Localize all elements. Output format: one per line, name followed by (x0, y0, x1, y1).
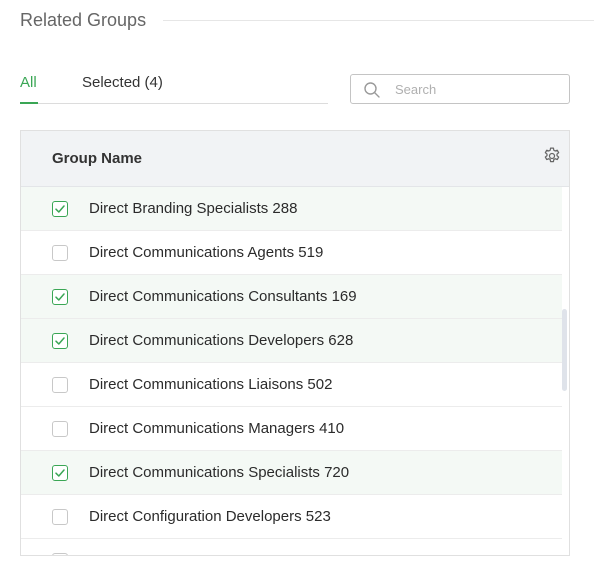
search-icon (364, 82, 380, 98)
group-name-label: Direct Communications Managers 410 (89, 420, 345, 437)
checkmark-icon (55, 205, 65, 213)
table-body: Direct Branding Specialists 288 Direct Co… (21, 187, 562, 539)
table-row[interactable]: Direct Communications Specialists 720 (21, 451, 562, 495)
column-header-group-name[interactable]: Group Name (52, 150, 142, 168)
group-name-label: Direct Branding Specialists 288 (89, 200, 298, 217)
row-checkbox[interactable] (52, 245, 68, 261)
row-checkbox[interactable] (52, 333, 68, 349)
section-title: Related Groups (20, 10, 147, 30)
table-row[interactable]: Direct Communications Consultants 169 (21, 275, 562, 319)
row-checkbox[interactable] (52, 509, 68, 525)
table-row[interactable]: Direct Communications Managers 410 (21, 407, 562, 451)
group-name-label: Direct Communications Liaisons 502 (89, 376, 333, 393)
checkmark-icon (55, 337, 65, 345)
group-name-label: Direct Communications Agents 519 (89, 244, 324, 261)
groups-table: Group Name Direct Branding Specialists 2… (20, 130, 570, 556)
checkmark-icon (55, 469, 65, 477)
group-name-label: Direct Communications Consultants 169 (89, 288, 357, 305)
tab-selected[interactable]: Selected (4) (82, 74, 163, 92)
section-divider (163, 20, 594, 21)
row-checkbox[interactable] (52, 289, 68, 305)
tab-bar: All Selected (4) (20, 70, 328, 104)
table-row[interactable]: Direct Configuration Developers 523 (21, 495, 562, 539)
group-name-label: Direct Communications Developers 628 (89, 332, 354, 349)
row-checkbox[interactable] (52, 465, 68, 481)
table-row[interactable]: Direct Communications Developers 628 (21, 319, 562, 363)
checkmark-icon (55, 293, 65, 301)
table-scrollbar[interactable] (562, 309, 567, 391)
table-row-partial (21, 539, 562, 555)
group-name-label: Direct Communications Specialists 720 (89, 464, 350, 481)
row-checkbox[interactable] (52, 201, 68, 217)
search-input[interactable] (395, 79, 563, 99)
table-row[interactable]: Direct Branding Specialists 288 (21, 187, 562, 231)
table-row[interactable]: Direct Communications Liaisons 502 (21, 363, 562, 407)
row-checkbox[interactable] (52, 553, 68, 555)
active-tab-indicator (20, 102, 38, 104)
table-header: Group Name (21, 131, 569, 187)
group-name-label: Direct Configuration Developers 523 (89, 508, 331, 525)
row-checkbox[interactable] (52, 421, 68, 437)
table-row[interactable]: Direct Communications Agents 519 (21, 231, 562, 275)
search-box[interactable] (350, 74, 570, 104)
section-header: Related Groups (20, 8, 594, 32)
gear-icon[interactable] (542, 146, 562, 166)
tab-all[interactable]: All (20, 74, 37, 92)
row-checkbox[interactable] (52, 377, 68, 393)
